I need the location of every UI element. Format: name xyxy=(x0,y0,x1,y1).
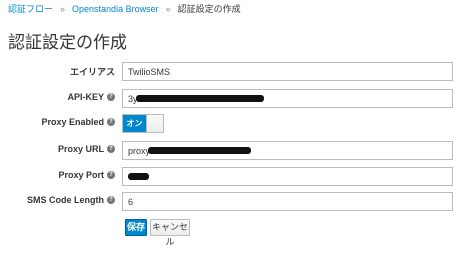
breadcrumb-item-openstandia-browser[interactable]: Openstandia Browser xyxy=(72,4,159,14)
proxy-port-input[interactable] xyxy=(122,167,453,186)
redaction-mark xyxy=(128,173,149,180)
save-button[interactable]: 保存 xyxy=(125,219,147,236)
proxy-port-row: Proxy Port ? xyxy=(0,167,474,187)
breadcrumb-item-auth-flows[interactable]: 認証フロー xyxy=(8,4,53,14)
alias-input[interactable] xyxy=(122,62,453,81)
help-icon[interactable]: ? xyxy=(107,93,115,101)
sms-code-length-label-text: SMS Code Length xyxy=(27,195,104,205)
toggle-knob xyxy=(146,115,163,132)
help-icon[interactable]: ? xyxy=(107,196,115,204)
api-key-row: API-KEY ? xyxy=(0,89,474,109)
breadcrumb-separator: » xyxy=(60,4,66,14)
proxy-enabled-label-text: Proxy Enabled xyxy=(41,117,104,127)
sms-code-length-row: SMS Code Length ? xyxy=(0,192,474,212)
breadcrumb: 認証フロー » Openstandia Browser » 認証設定の作成 xyxy=(8,4,241,15)
breadcrumb-current: 認証設定の作成 xyxy=(177,4,241,14)
breadcrumb-separator: » xyxy=(165,4,171,14)
redaction-mark xyxy=(136,95,264,102)
help-icon[interactable]: ? xyxy=(107,171,115,179)
proxy-port-label: Proxy Port ? xyxy=(58,170,115,180)
help-icon[interactable]: ? xyxy=(107,145,115,153)
proxy-port-label-text: Proxy Port xyxy=(58,170,104,180)
page-title: 認証設定の作成 xyxy=(8,33,127,52)
proxy-url-label-text: Proxy URL xyxy=(57,144,104,154)
help-icon[interactable]: ? xyxy=(107,118,115,126)
proxy-url-label: Proxy URL ? xyxy=(58,144,115,154)
redaction-mark xyxy=(148,147,251,154)
sms-code-length-input[interactable] xyxy=(122,192,453,211)
alias-row: エイリアス xyxy=(0,62,474,82)
proxy-enabled-label: Proxy Enabled ? xyxy=(41,117,115,127)
api-key-label: API-KEY ? xyxy=(67,92,115,102)
alias-label-text: エイリアス xyxy=(69,67,115,77)
alias-label: エイリアス xyxy=(70,65,115,78)
proxy-url-row: Proxy URL ? xyxy=(0,141,474,161)
api-key-label-text: API-KEY xyxy=(67,92,104,102)
proxy-enabled-row: Proxy Enabled ? オン xyxy=(0,114,474,134)
sms-code-length-label: SMS Code Length ? xyxy=(27,195,115,205)
cancel-button[interactable]: キャンセル xyxy=(150,219,190,247)
toggle-on-label: オン xyxy=(123,115,146,132)
proxy-enabled-toggle[interactable]: オン xyxy=(122,114,164,133)
